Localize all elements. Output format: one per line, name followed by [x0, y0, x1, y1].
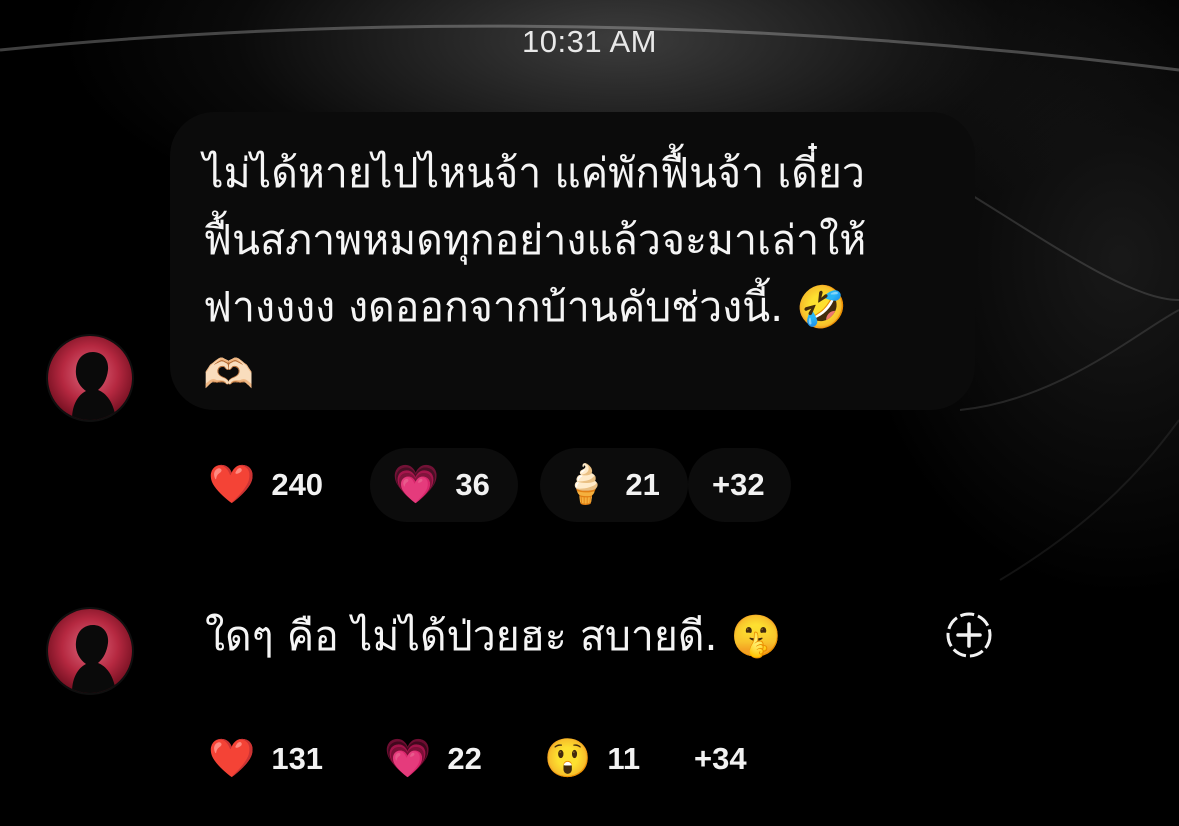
reaction-pink-heart[interactable]: 💗 36 [370, 448, 518, 522]
pink-heart-icon: 💗 [392, 464, 440, 506]
more-reactions-count: +32 [712, 467, 765, 502]
reaction-astonished[interactable]: 😲 11 [544, 722, 640, 796]
red-heart-icon: ❤️ [208, 464, 256, 506]
reaction-heart[interactable]: ❤️ 240 [208, 448, 323, 522]
reaction-count: 240 [271, 467, 324, 502]
more-reactions-button[interactable]: +32 [688, 448, 791, 522]
astonished-face-icon: 😲 [544, 738, 592, 780]
reaction-count: 36 [455, 467, 490, 502]
reaction-heart[interactable]: ❤️ 131 [208, 722, 323, 796]
more-reactions-count: +34 [694, 741, 747, 776]
message-timestamp: 10:31 AM [522, 24, 657, 59]
ice-cream-icon: 🍦 [562, 464, 610, 506]
person-silhouette-icon [72, 352, 116, 420]
reaction-ice-cream[interactable]: 🍦 21 [540, 448, 688, 522]
pink-heart-icon: 💗 [384, 738, 432, 780]
reaction-count: 22 [447, 741, 482, 776]
reaction-count: 21 [625, 467, 660, 502]
message-text: ไม่ได้หายไปไหนจ้า แค่พักฟื้นจ้า เดี๋ยว ฟ… [203, 149, 867, 398]
sender-avatar[interactable] [48, 336, 132, 420]
red-heart-icon: ❤️ [208, 738, 256, 780]
reaction-count: 11 [607, 741, 641, 776]
message-text: ใดๆ คือ ไม่ได้ป่วยฮะ สบายดี. 🤫 [205, 612, 782, 660]
reaction-count: 131 [271, 741, 324, 776]
more-reactions-button[interactable]: +34 [694, 722, 747, 796]
person-silhouette-icon [72, 625, 116, 693]
sender-avatar[interactable] [48, 609, 132, 693]
reaction-pink-heart[interactable]: 💗 22 [384, 722, 482, 796]
add-reaction-icon[interactable] [944, 610, 994, 660]
